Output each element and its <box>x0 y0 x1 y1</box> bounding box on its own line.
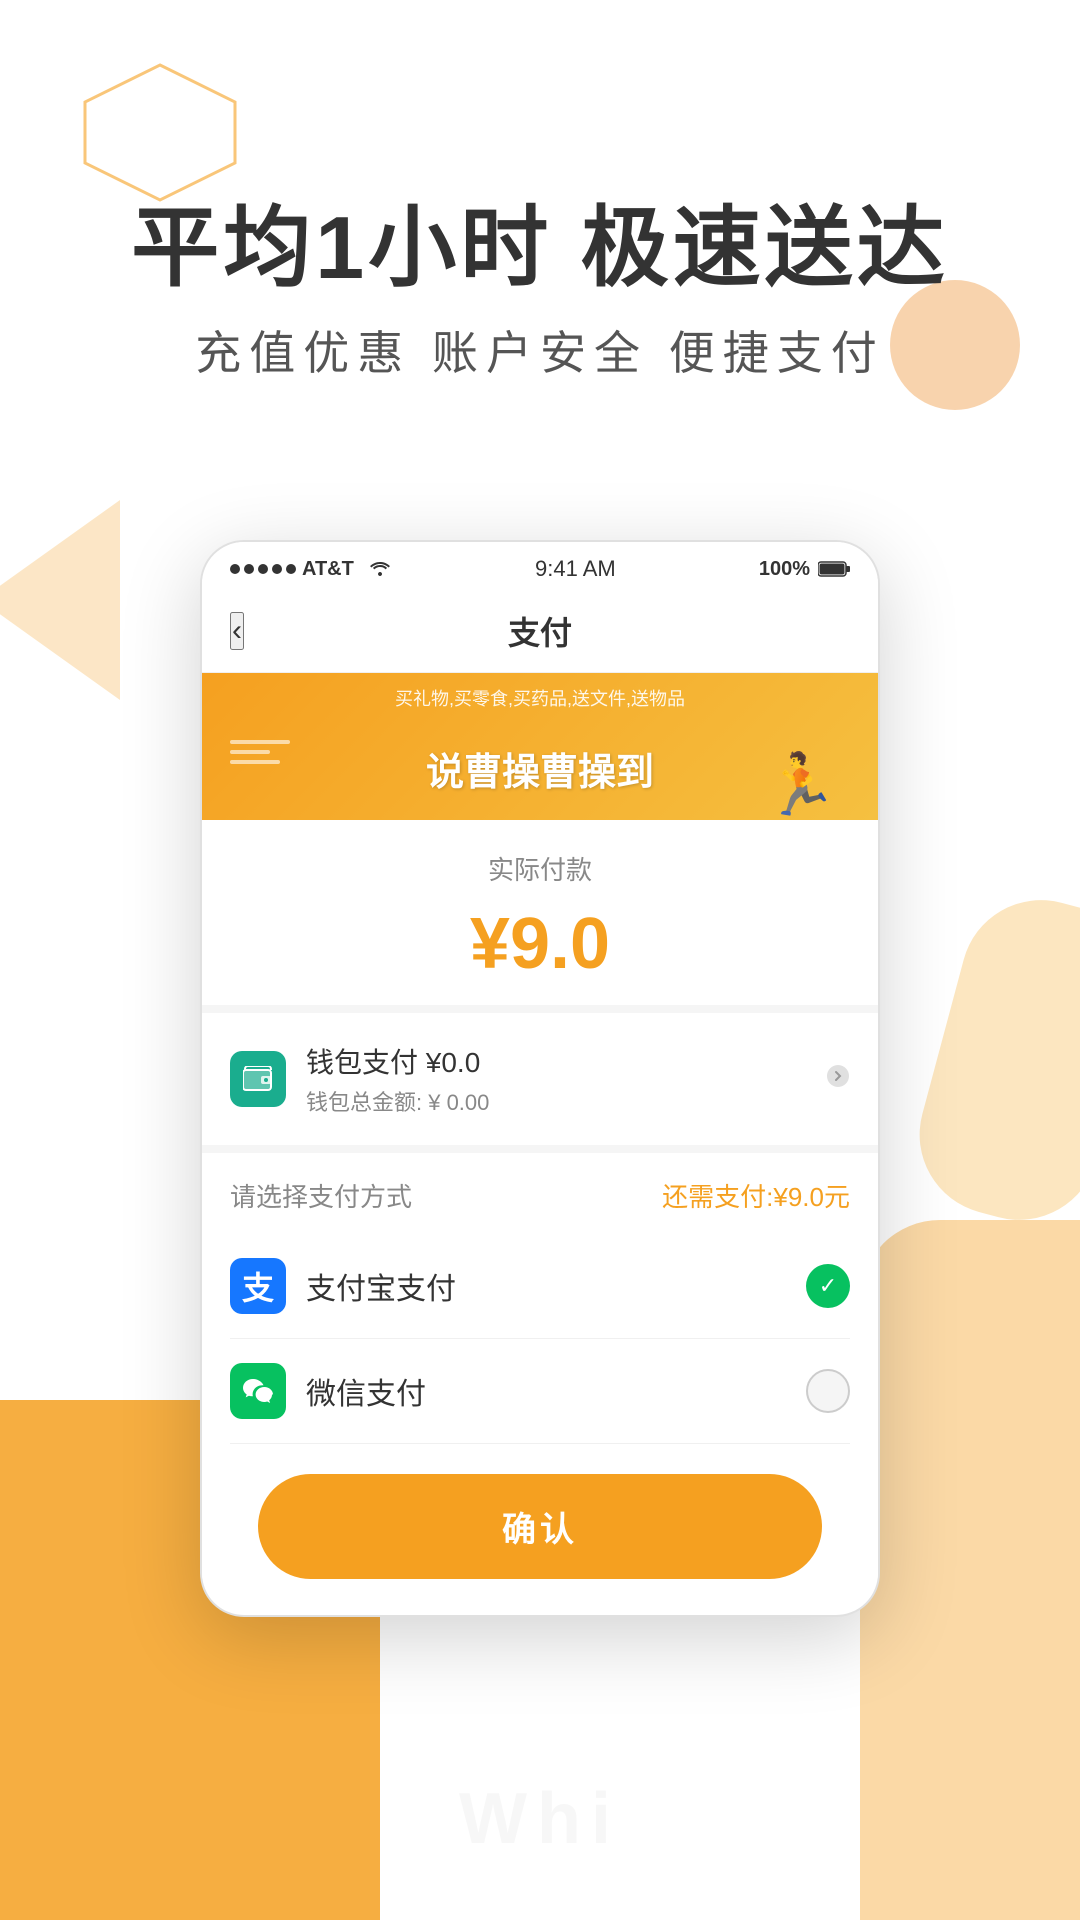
battery-icon <box>818 560 850 578</box>
wechat-label: 微信支付 <box>306 1369 426 1413</box>
alipay-icon: 支 <box>230 1258 286 1314</box>
payment-section: 实际付款 ¥9.0 <box>202 820 878 1013</box>
hexagon-shape <box>80 60 240 205</box>
wechat-unselected-check <box>806 1369 850 1413</box>
nav-title: 支付 <box>508 608 572 654</box>
battery-percentage: 100% <box>759 558 810 581</box>
hero-section: 平均1小时 极速送达 充值优惠 账户安全 便捷支付 <box>0 200 1080 383</box>
alipay-left: 支 支付宝支付 <box>230 1258 456 1314</box>
banner-line-2 <box>230 750 270 754</box>
wifi-icon <box>368 556 392 582</box>
status-time: 9:41 AM <box>535 556 616 582</box>
signal-dot-1 <box>230 564 240 574</box>
payment-method-section: 请选择支付方式 还需支付:¥9.0元 支 支付宝支付 ✓ <box>202 1153 878 1579</box>
navigation-bar: ‹ 支付 <box>202 590 878 673</box>
banner-line-3 <box>230 760 280 764</box>
status-left: AT&T <box>230 556 392 582</box>
phone-mockup: AT&T 9:41 AM 100% <box>200 540 880 1617</box>
wechat-left: 微信支付 <box>230 1363 426 1419</box>
back-button[interactable]: ‹ <box>230 612 244 650</box>
wallet-left: 钱包支付 ¥0.0 钱包总金额: ¥ 0.00 <box>230 1041 489 1117</box>
method-header-remaining: 还需支付:¥9.0元 <box>662 1177 850 1214</box>
banner-line-1 <box>230 740 290 744</box>
status-bar: AT&T 9:41 AM 100% <box>202 542 878 590</box>
bottom-watermark: Whi <box>0 1778 1080 1860</box>
alipay-label: 支付宝支付 <box>306 1264 456 1308</box>
signal-dot-4 <box>272 564 282 574</box>
signal-dots <box>230 564 296 574</box>
phone-frame: AT&T 9:41 AM 100% <box>200 540 880 1617</box>
method-header: 请选择支付方式 还需支付:¥9.0元 <box>230 1177 850 1214</box>
watermark-text: Whi <box>0 1778 1080 1860</box>
wallet-row[interactable]: 钱包支付 ¥0.0 钱包总金额: ¥ 0.00 <box>202 1013 878 1153</box>
banner-main-text: 说曹操曹操到 <box>426 741 654 796</box>
arrow-left-decoration <box>0 480 140 720</box>
wallet-icon <box>230 1051 286 1107</box>
banner-mascot-icon: 🏃 <box>763 749 838 820</box>
wechat-icon <box>230 1363 286 1419</box>
wallet-title: 钱包支付 ¥0.0 <box>306 1041 489 1081</box>
carrier-label: AT&T <box>302 558 354 581</box>
payment-amount: ¥9.0 <box>230 903 850 985</box>
wechat-payment-row[interactable]: 微信支付 <box>230 1339 850 1444</box>
promo-banner: 买礼物,买零食,买药品,送文件,送物品 说曹操曹操到 🏃 <box>202 673 878 820</box>
banner-lines-decoration <box>230 740 290 770</box>
signal-dot-5 <box>286 564 296 574</box>
confirm-button[interactable]: 确认 <box>258 1474 822 1579</box>
wallet-arrow-icon <box>826 1063 850 1095</box>
signal-dot-2 <box>244 564 254 574</box>
hero-title: 平均1小时 极速送达 <box>0 200 1080 297</box>
hero-subtitle: 充值优惠 账户安全 便捷支付 <box>0 317 1080 383</box>
method-header-label: 请选择支付方式 <box>230 1177 412 1214</box>
signal-dot-3 <box>258 564 268 574</box>
alipay-payment-row[interactable]: 支 支付宝支付 ✓ <box>230 1234 850 1339</box>
wallet-balance: 钱包总金额: ¥ 0.00 <box>306 1085 489 1117</box>
payment-label: 实际付款 <box>230 850 850 887</box>
right-mid-decoration <box>902 882 1080 1238</box>
alipay-selected-check: ✓ <box>806 1264 850 1308</box>
wallet-info: 钱包支付 ¥0.0 钱包总金额: ¥ 0.00 <box>306 1041 489 1117</box>
status-right: 100% <box>759 558 850 581</box>
banner-small-text: 买礼物,买零食,买药品,送文件,送物品 <box>395 685 685 711</box>
